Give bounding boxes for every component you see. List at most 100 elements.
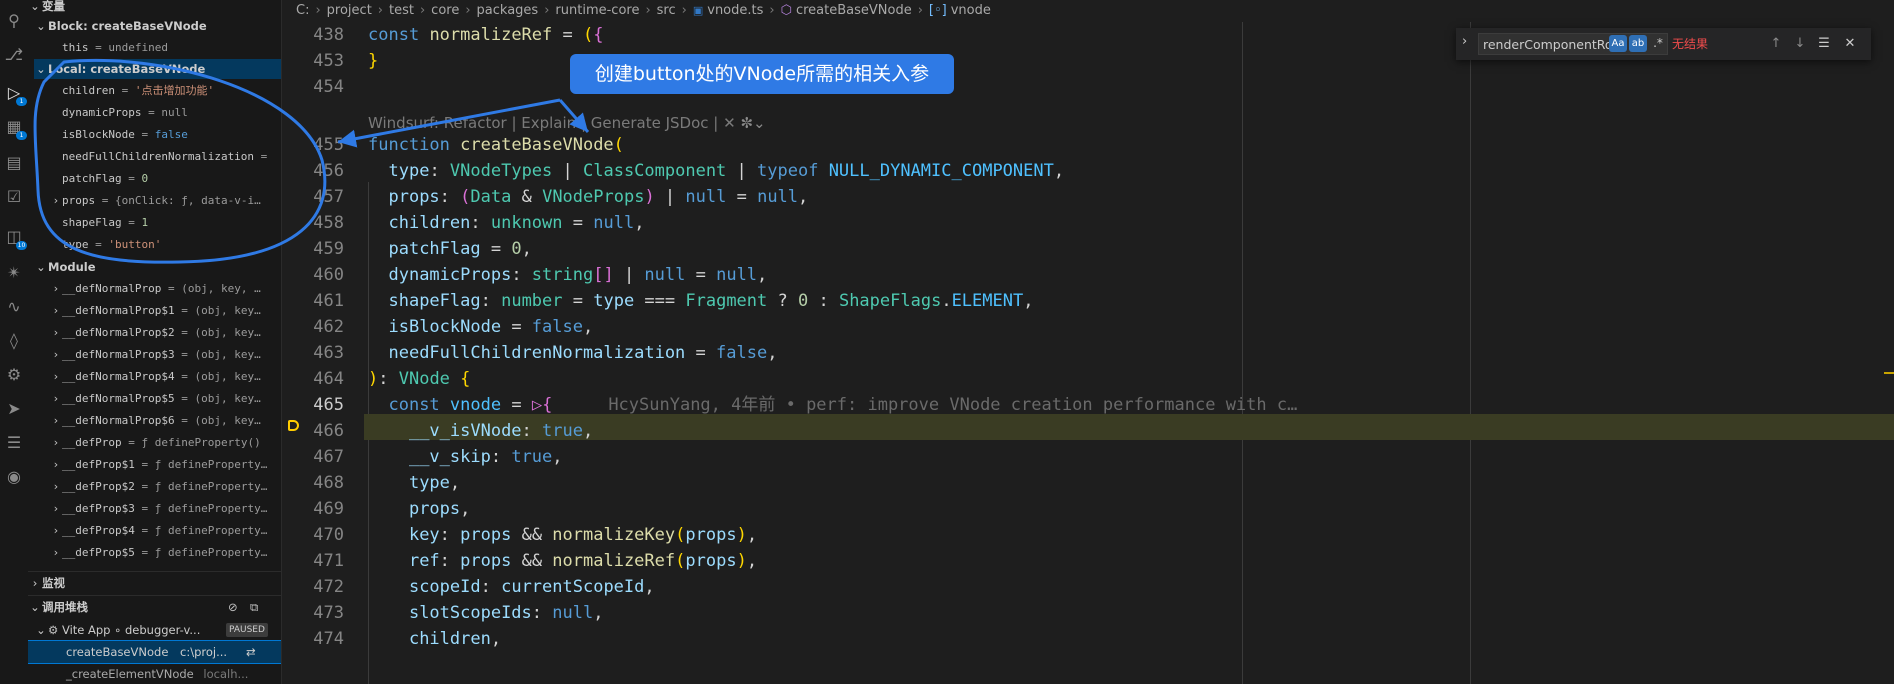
chevron-right-icon[interactable]: ›	[50, 388, 62, 409]
line-number[interactable]: 460	[282, 262, 344, 288]
line-number[interactable]: 459	[282, 236, 344, 262]
code-line[interactable]: __v_isVNode: true,	[368, 418, 593, 444]
code-line[interactable]: isBlockNode = false,	[368, 314, 593, 340]
code-line[interactable]: slotScopeIds: null,	[368, 600, 604, 626]
variable-row[interactable]: needFullChildrenNormalization =	[28, 146, 281, 167]
breadcrumb-item[interactable]: C:	[296, 3, 309, 18]
gitlens-icon[interactable]: ✴	[3, 262, 25, 284]
code-line[interactable]: }	[368, 48, 378, 74]
restart-frame-icon[interactable]: ⇄	[246, 641, 256, 663]
chevron-right-icon[interactable]: ›	[50, 498, 62, 519]
debug-session[interactable]: ⌄ ⚙ Vite App ∘ debugger-v... PAUSED	[28, 619, 281, 641]
chevron-right-icon[interactable]: ›	[50, 410, 62, 431]
line-number[interactable]: 456	[282, 158, 344, 184]
code-line[interactable]: needFullChildrenNormalization = false,	[368, 340, 777, 366]
variable-row[interactable]: type = 'button'	[28, 234, 281, 255]
line-number[interactable]: 466	[282, 418, 344, 444]
remote-explorer-icon[interactable]: ▤	[3, 152, 25, 174]
code-line[interactable]: type: VNodeTypes | ClassComponent | type…	[368, 158, 1064, 184]
bug-icon[interactable]: ◉	[3, 466, 25, 488]
line-number[interactable]: 461	[282, 288, 344, 314]
search-icon[interactable]: ⚲	[3, 10, 25, 32]
graph-icon[interactable]: ◊	[3, 330, 25, 352]
callstack-header[interactable]: ⌄ 调用堆栈 ⊘ ⧉	[28, 597, 281, 617]
line-number[interactable]: 454	[282, 74, 344, 100]
module-scope-header[interactable]: ⌄ Module	[34, 257, 281, 277]
line-number[interactable]: 462	[282, 314, 344, 340]
variable-row[interactable]: › __defProp$4 = ƒ defineProperty…	[28, 520, 281, 541]
line-number[interactable]: 471	[282, 548, 344, 574]
variable-row[interactable]: this = undefined	[28, 37, 281, 58]
variable-row[interactable]: dynamicProps = null	[28, 102, 281, 123]
watch-header[interactable]: › 监视	[28, 573, 281, 593]
variable-row[interactable]: isBlockNode = false	[28, 124, 281, 145]
variable-row[interactable]: › __defNormalProp = (obj, key, …	[28, 278, 281, 299]
line-number[interactable]: 474	[282, 626, 344, 652]
line-number[interactable]: 463	[282, 340, 344, 366]
toggle-replace-icon[interactable]: ›	[1462, 34, 1467, 49]
source-control-icon[interactable]: ⎇	[3, 44, 25, 66]
variable-row[interactable]: › __defNormalProp$5 = (obj, key…	[28, 388, 281, 409]
code-line[interactable]: children: unknown = null,	[368, 210, 644, 236]
line-number[interactable]: 438	[282, 22, 344, 48]
block-scope-header[interactable]: ⌄ Block: createBaseVNode	[34, 16, 281, 36]
variable-row[interactable]: › __defNormalProp$3 = (obj, key…	[28, 344, 281, 365]
line-number[interactable]: 457	[282, 184, 344, 210]
extensions-icon[interactable]: ▦ 1	[3, 116, 27, 140]
testing-icon[interactable]: ☑	[3, 186, 25, 208]
local-scope-header[interactable]: ⌄ Local: createBaseVNode	[34, 59, 281, 79]
line-number[interactable]: 469	[282, 496, 344, 522]
chevron-right-icon[interactable]: ›	[50, 542, 62, 563]
docker-icon[interactable]: ◫ 10	[3, 226, 27, 250]
code-line[interactable]: __v_skip: true,	[368, 444, 563, 470]
variable-row[interactable]: shapeFlag = 1	[28, 212, 281, 233]
variable-row[interactable]: › __defNormalProp$4 = (obj, key…	[28, 366, 281, 387]
line-number[interactable]: 458	[282, 210, 344, 236]
code-line[interactable]: shapeFlag: number = type === Fragment ? …	[368, 288, 1033, 314]
stack-frame[interactable]: _createElementVNode localh...	[28, 663, 281, 684]
code-line[interactable]: const vnode = ▷{HcySunYang, 4年前 • perf: …	[368, 392, 1297, 418]
breadcrumb-item[interactable]: ▣ vnode.ts	[693, 3, 764, 18]
variable-row[interactable]: patchFlag = 0	[28, 168, 281, 189]
line-number[interactable]: 470	[282, 522, 344, 548]
breadcrumb-item[interactable]: runtime-core	[555, 3, 639, 18]
code-line[interactable]: ref: props && normalizeRef(props),	[368, 548, 757, 574]
code-line[interactable]: ): VNode {	[368, 366, 470, 392]
code-line[interactable]: scopeId: currentScopeId,	[368, 574, 655, 600]
code-line[interactable]: props,	[368, 496, 470, 522]
line-number[interactable]: 472	[282, 574, 344, 600]
code-line[interactable]: children,	[368, 626, 501, 652]
code-line[interactable]: key: props && normalizeKey(props),	[368, 522, 757, 548]
close-icon[interactable]: ✕	[1840, 34, 1860, 54]
stack-frame-active[interactable]: createBaseVNode c:\proj... ⇄	[28, 640, 281, 664]
copy-icon[interactable]: ⧉	[250, 597, 258, 617]
line-number[interactable]: 453	[282, 48, 344, 74]
code-line[interactable]: const normalizeRef = ({	[368, 22, 603, 48]
code-line[interactable]: type,	[368, 470, 460, 496]
variable-row[interactable]: › __defProp$2 = ƒ defineProperty…	[28, 476, 281, 497]
chevron-right-icon[interactable]: ›	[50, 300, 62, 321]
variable-row[interactable]: › __defProp$5 = ƒ defineProperty…	[28, 542, 281, 563]
breadcrumb-item[interactable]: project	[327, 3, 372, 18]
breadcrumb-item[interactable]: src	[657, 3, 676, 18]
line-number[interactable]: 468	[282, 470, 344, 496]
find-in-selection-icon[interactable]: ☰	[1814, 34, 1834, 54]
line-number[interactable]: 455	[282, 132, 344, 158]
code-editor[interactable]: 438 453 454 455 456 457 458 459 460 461 462 463 464 4…	[282, 22, 1894, 684]
database-icon[interactable]: ☰	[3, 432, 25, 454]
breadcrumb-item[interactable]: test	[389, 3, 414, 18]
previous-match-icon[interactable]: ↑	[1766, 34, 1786, 54]
variable-row[interactable]: › __defNormalProp$1 = (obj, key…	[28, 300, 281, 321]
run-debug-icon[interactable]: ▷ 1	[3, 82, 27, 106]
code-line[interactable]: function createBaseVNode(	[368, 132, 624, 158]
line-number[interactable]: 464	[282, 366, 344, 392]
chevron-right-icon[interactable]: ›	[50, 344, 62, 365]
line-number[interactable]: 467	[282, 444, 344, 470]
code-line[interactable]: props: (Data & VNodeProps) | null = null…	[368, 184, 808, 210]
chevron-right-icon[interactable]: ›	[50, 454, 62, 475]
collapse-all-icon[interactable]: ⊘	[228, 597, 238, 617]
windsurf-icon[interactable]: ✼⌄	[740, 114, 765, 132]
variable-row[interactable]: › __defProp = ƒ defineProperty()	[28, 432, 281, 453]
variable-row[interactable]: › __defProp$1 = ƒ defineProperty…	[28, 454, 281, 475]
variable-row[interactable]: › __defNormalProp$2 = (obj, key…	[28, 322, 281, 343]
